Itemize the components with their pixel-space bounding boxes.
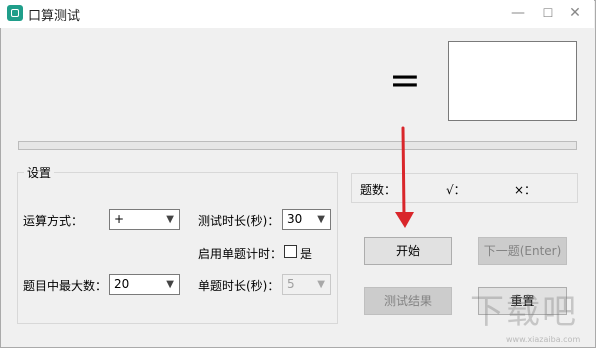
window-title: 口算测试: [28, 9, 81, 24]
operation-label: 运算方式：: [23, 214, 84, 228]
chevron-down-icon: ▼: [166, 279, 174, 290]
title-bar: 口算测试 — ☐ ✕: [0, 0, 594, 28]
single-duration-label: 单题时长(秒)：: [198, 279, 280, 293]
wrong-count-label: ×：: [514, 183, 537, 197]
chevron-down-icon: ▼: [317, 279, 325, 290]
question-count-label: 题数：: [360, 183, 397, 197]
progress-bar: [18, 141, 577, 150]
single-timer-checkbox[interactable]: [284, 245, 297, 258]
operation-select-value: +: [114, 212, 125, 226]
max-number-select[interactable]: 20 ▼: [109, 274, 180, 295]
app-icon: [7, 5, 23, 21]
watermark-url: www.xiazaiba.com: [506, 335, 581, 344]
chevron-down-icon: ▼: [166, 214, 174, 225]
next-question-button[interactable]: 下一题(Enter): [478, 237, 567, 265]
operation-select[interactable]: + ▼: [109, 209, 180, 230]
test-results-button[interactable]: 测试结果: [364, 287, 452, 315]
answer-display-box[interactable]: [448, 41, 577, 121]
watermark-logo: 下载吧: [470, 292, 578, 332]
minimize-button[interactable]: —: [508, 4, 528, 22]
max-number-label: 题目中最大数：: [23, 279, 108, 293]
max-number-select-value: 20: [114, 277, 130, 291]
correct-count-label: √：: [446, 183, 466, 197]
single-timer-option-label: 是: [300, 247, 313, 261]
equals-sign: =: [389, 58, 421, 102]
settings-group-title: 设置: [24, 164, 55, 181]
start-button[interactable]: 开始: [364, 237, 452, 265]
single-duration-select[interactable]: 5 ▼: [282, 274, 331, 295]
duration-select[interactable]: 30 ▼: [282, 209, 331, 230]
chevron-down-icon: ▼: [317, 214, 325, 225]
close-button[interactable]: ✕: [565, 4, 585, 22]
maximize-button[interactable]: ☐: [538, 4, 558, 22]
duration-select-value: 30: [287, 212, 303, 226]
single-timer-label: 启用单题计时：: [198, 247, 283, 261]
duration-label: 测试时长(秒)：: [198, 214, 280, 228]
single-duration-select-value: 5: [287, 277, 295, 291]
